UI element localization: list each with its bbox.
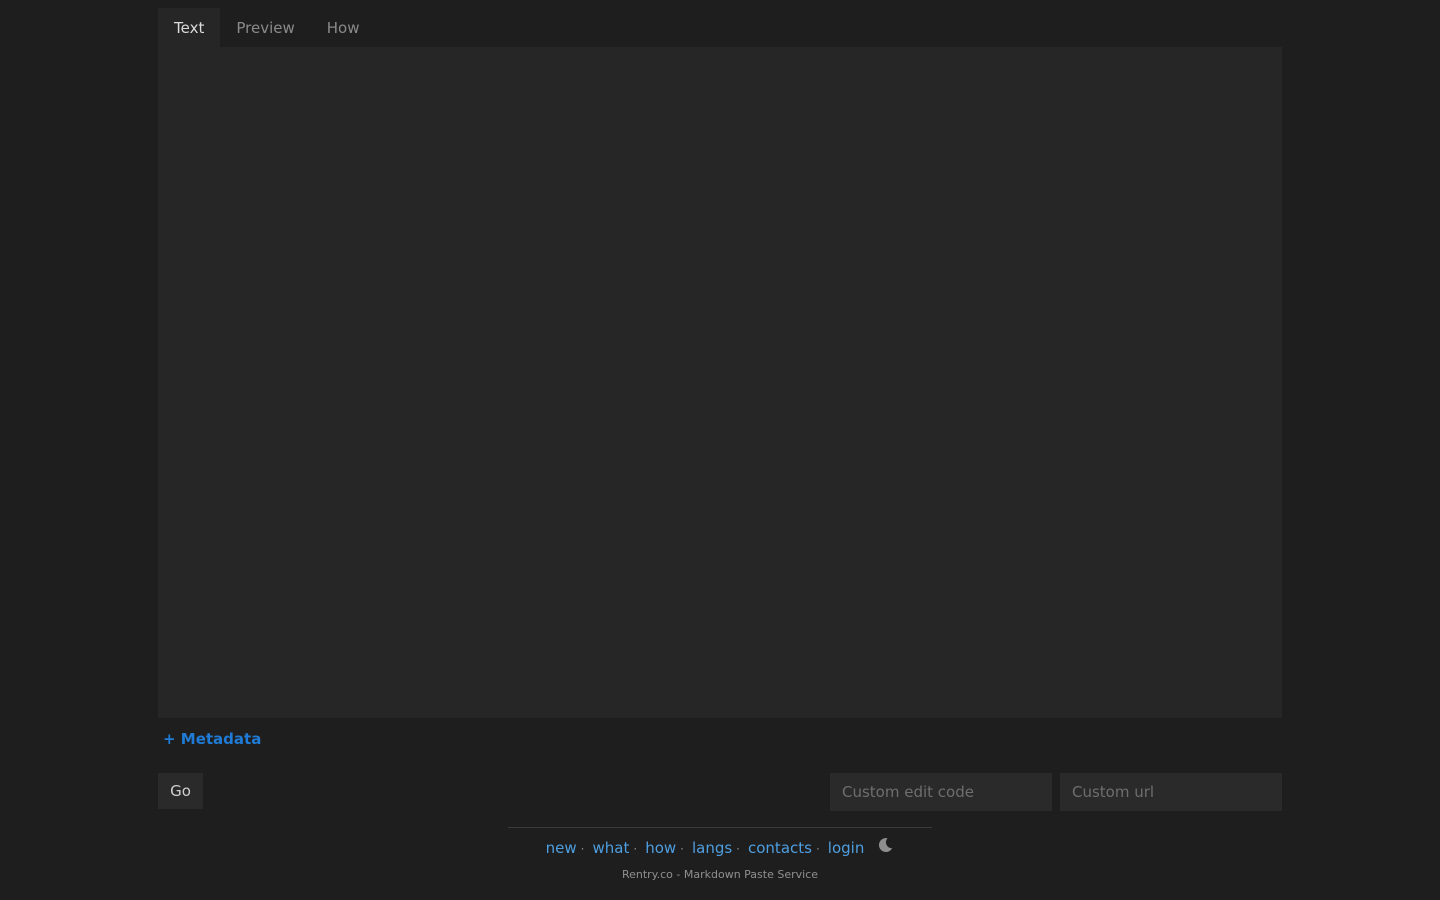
- footer-link-new[interactable]: new: [546, 839, 577, 857]
- footer-separator: ·: [736, 842, 740, 856]
- tab-bar: Text Preview How: [158, 8, 1282, 47]
- metadata-toggle[interactable]: + Metadata: [163, 730, 261, 748]
- editor-container: Text Preview How: [158, 8, 1282, 718]
- footer-separator: ·: [815, 842, 820, 856]
- moon-icon[interactable]: [876, 836, 894, 859]
- footer-separator: ·: [680, 842, 684, 856]
- site-tagline: Rentry.co - Markdown Paste Service: [621, 868, 819, 881]
- go-button[interactable]: Go: [158, 773, 203, 809]
- footer-nav: new · what · how · langs · contacts · login: [0, 836, 1440, 859]
- footer-link-contacts[interactable]: contacts: [748, 839, 812, 857]
- footer-link-how[interactable]: how: [645, 839, 676, 857]
- footer-link-langs[interactable]: langs: [692, 839, 732, 857]
- footer-separator: ·: [633, 842, 638, 856]
- footer-separator: ·: [580, 842, 585, 856]
- footer-link-login[interactable]: login: [828, 839, 865, 857]
- tab-how[interactable]: How: [311, 8, 376, 47]
- footer-divider: [508, 827, 932, 828]
- custom-url-input[interactable]: [1060, 773, 1282, 811]
- tab-preview[interactable]: Preview: [220, 8, 310, 47]
- tab-text[interactable]: Text: [158, 8, 221, 47]
- markdown-editor[interactable]: [158, 47, 1282, 718]
- custom-edit-code-input[interactable]: [830, 773, 1052, 811]
- footer-link-what[interactable]: what: [593, 839, 630, 857]
